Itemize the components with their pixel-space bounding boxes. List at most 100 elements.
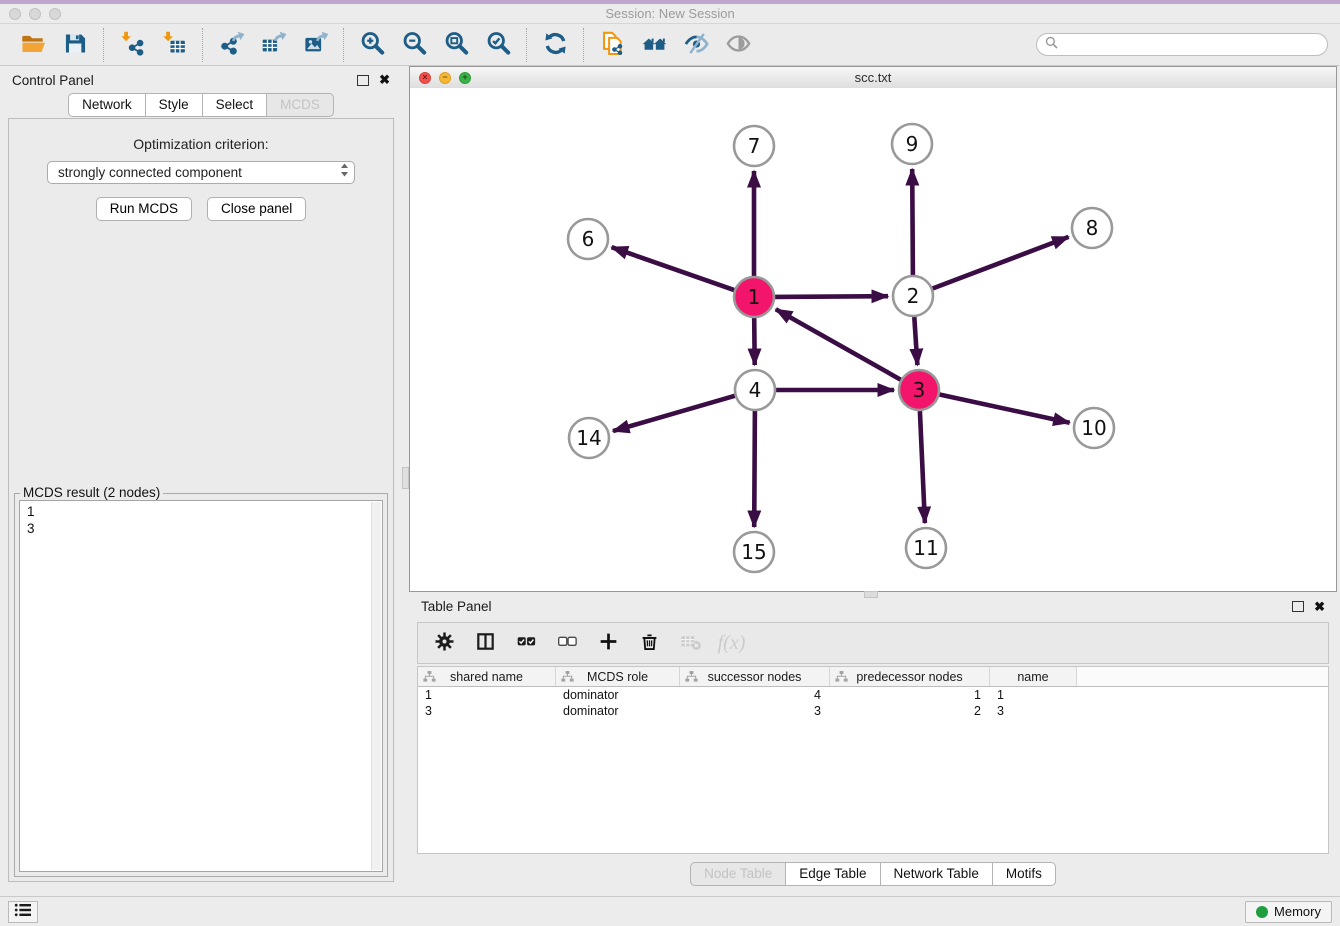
- criterion-select[interactable]: strongly connected component: [47, 161, 355, 184]
- svg-text:10: 10: [1081, 416, 1106, 440]
- save-session-button[interactable]: [54, 27, 96, 63]
- zoom-out-icon: [401, 30, 428, 60]
- network-canvas[interactable]: 7 9 6 8 1 2 4 3 14 10 15 11: [410, 88, 1336, 591]
- zoom-fit-button[interactable]: [435, 27, 477, 63]
- float-table-panel-icon[interactable]: [1292, 601, 1304, 612]
- cell-name[interactable]: 1: [990, 688, 1077, 702]
- toolbar-separator: [103, 28, 104, 62]
- add-column-button[interactable]: [590, 626, 627, 660]
- column-settings-button[interactable]: [426, 626, 463, 660]
- tab-motifs[interactable]: Motifs: [992, 862, 1056, 886]
- export-image-button[interactable]: [294, 27, 336, 63]
- close-table-panel-icon[interactable]: ✖: [1314, 601, 1325, 613]
- node-1[interactable]: 1: [734, 277, 774, 317]
- open-file-button[interactable]: [12, 27, 54, 63]
- edge-4-14[interactable]: [613, 396, 735, 431]
- horizontal-splitter-handle[interactable]: [864, 591, 878, 598]
- tab-network[interactable]: Network: [68, 93, 146, 117]
- run-mcds-button[interactable]: Run MCDS: [96, 197, 192, 221]
- column-header-successor-nodes[interactable]: successor nodes: [680, 667, 830, 686]
- hide-graphics-details-button[interactable]: [675, 27, 717, 63]
- zoom-in-button[interactable]: [351, 27, 393, 63]
- close-panel-button[interactable]: Close panel: [207, 197, 306, 221]
- cell-shared-name[interactable]: 1: [418, 688, 556, 702]
- tab-network-table[interactable]: Network Table: [880, 862, 993, 886]
- tab-node-table[interactable]: Node Table: [690, 862, 786, 886]
- function-icon: f(x): [718, 632, 746, 655]
- table-row[interactable]: 3dominator323: [418, 703, 1328, 719]
- task-history-button[interactable]: [8, 901, 38, 923]
- select-all-rows-button[interactable]: [508, 626, 545, 660]
- deselect-all-rows-button[interactable]: [549, 626, 586, 660]
- edge-1-4[interactable]: [754, 318, 755, 365]
- close-panel-icon[interactable]: ✖: [379, 74, 390, 86]
- tab-select[interactable]: Select: [202, 93, 268, 117]
- node-3[interactable]: 3: [899, 370, 939, 410]
- control-panel: Control Panel ✖ NetworkStyleSelectMCDS O…: [0, 67, 402, 896]
- zoom-out-button[interactable]: [393, 27, 435, 63]
- show-graphics-details-icon: [725, 30, 752, 60]
- column-header-MCDS-role[interactable]: MCDS role: [556, 667, 680, 686]
- column-header-shared-name[interactable]: shared name: [418, 667, 556, 686]
- mcds-result-textarea[interactable]: 1 3: [19, 500, 383, 872]
- table-row[interactable]: 1dominator411: [418, 687, 1328, 703]
- cell-MCDS-role[interactable]: dominator: [556, 704, 680, 718]
- node-7[interactable]: 7: [734, 126, 774, 166]
- split-table-button[interactable]: [467, 626, 504, 660]
- tab-style[interactable]: Style: [145, 93, 203, 117]
- edge-2-3[interactable]: [914, 317, 917, 365]
- zoom-selected-button[interactable]: [477, 27, 519, 63]
- import-network-button[interactable]: [111, 27, 153, 63]
- edge-3-10[interactable]: [940, 395, 1070, 423]
- column-header-predecessor-nodes[interactable]: predecessor nodes: [830, 667, 990, 686]
- svg-text:4: 4: [749, 378, 762, 402]
- node-8[interactable]: 8: [1072, 208, 1112, 248]
- cell-successor-nodes[interactable]: 4: [680, 688, 830, 702]
- cell-shared-name[interactable]: 3: [418, 704, 556, 718]
- node-14[interactable]: 14: [569, 418, 609, 458]
- vertical-splitter-handle[interactable]: [402, 467, 409, 489]
- edge-1-2[interactable]: [775, 296, 888, 297]
- column-header-name[interactable]: name: [990, 667, 1077, 686]
- tab-edge-table[interactable]: Edge Table: [785, 862, 880, 886]
- cell-predecessor-nodes[interactable]: 2: [830, 704, 990, 718]
- node-15[interactable]: 15: [734, 532, 774, 572]
- node-10[interactable]: 10: [1074, 408, 1114, 448]
- first-neighbors-button[interactable]: [633, 27, 675, 63]
- svg-text:6: 6: [582, 227, 595, 251]
- vertical-splitter[interactable]: [402, 67, 409, 896]
- refresh-layout-button[interactable]: [534, 27, 576, 63]
- delete-columns-button[interactable]: [631, 626, 668, 660]
- node-4[interactable]: 4: [735, 370, 775, 410]
- node-2[interactable]: 2: [893, 276, 933, 316]
- network-window-titlebar[interactable]: × − + scc.txt: [410, 67, 1336, 89]
- edge-2-9[interactable]: [912, 169, 913, 275]
- node-9[interactable]: 9: [892, 124, 932, 164]
- edge-3-11[interactable]: [920, 411, 925, 523]
- show-graphics-details-button[interactable]: [717, 27, 759, 63]
- edge-1-6[interactable]: [612, 247, 735, 290]
- cell-MCDS-role[interactable]: dominator: [556, 688, 680, 702]
- tab-mcds[interactable]: MCDS: [266, 93, 334, 117]
- clone-network-button[interactable]: [591, 27, 633, 63]
- zoom-fit-icon: [443, 30, 470, 60]
- main-toolbar: [0, 24, 1340, 66]
- import-table-button[interactable]: [153, 27, 195, 63]
- select-all-rows-icon: [515, 630, 538, 656]
- edge-3-1[interactable]: [776, 309, 901, 379]
- search-input[interactable]: [1063, 37, 1319, 53]
- node-11[interactable]: 11: [906, 528, 946, 568]
- float-panel-icon[interactable]: [357, 75, 369, 86]
- export-table-button[interactable]: [252, 27, 294, 63]
- export-network-button[interactable]: [210, 27, 252, 63]
- cell-predecessor-nodes[interactable]: 1: [830, 688, 990, 702]
- cell-name[interactable]: 3: [990, 704, 1077, 718]
- memory-button[interactable]: Memory: [1245, 901, 1332, 923]
- cell-successor-nodes[interactable]: 3: [680, 704, 830, 718]
- result-scrollbar[interactable]: [371, 502, 381, 870]
- control-panel-title: Control Panel: [12, 73, 94, 88]
- node-6[interactable]: 6: [568, 219, 608, 259]
- edge-2-8[interactable]: [933, 237, 1069, 289]
- edge-4-15[interactable]: [754, 411, 755, 527]
- search-box[interactable]: [1036, 33, 1328, 56]
